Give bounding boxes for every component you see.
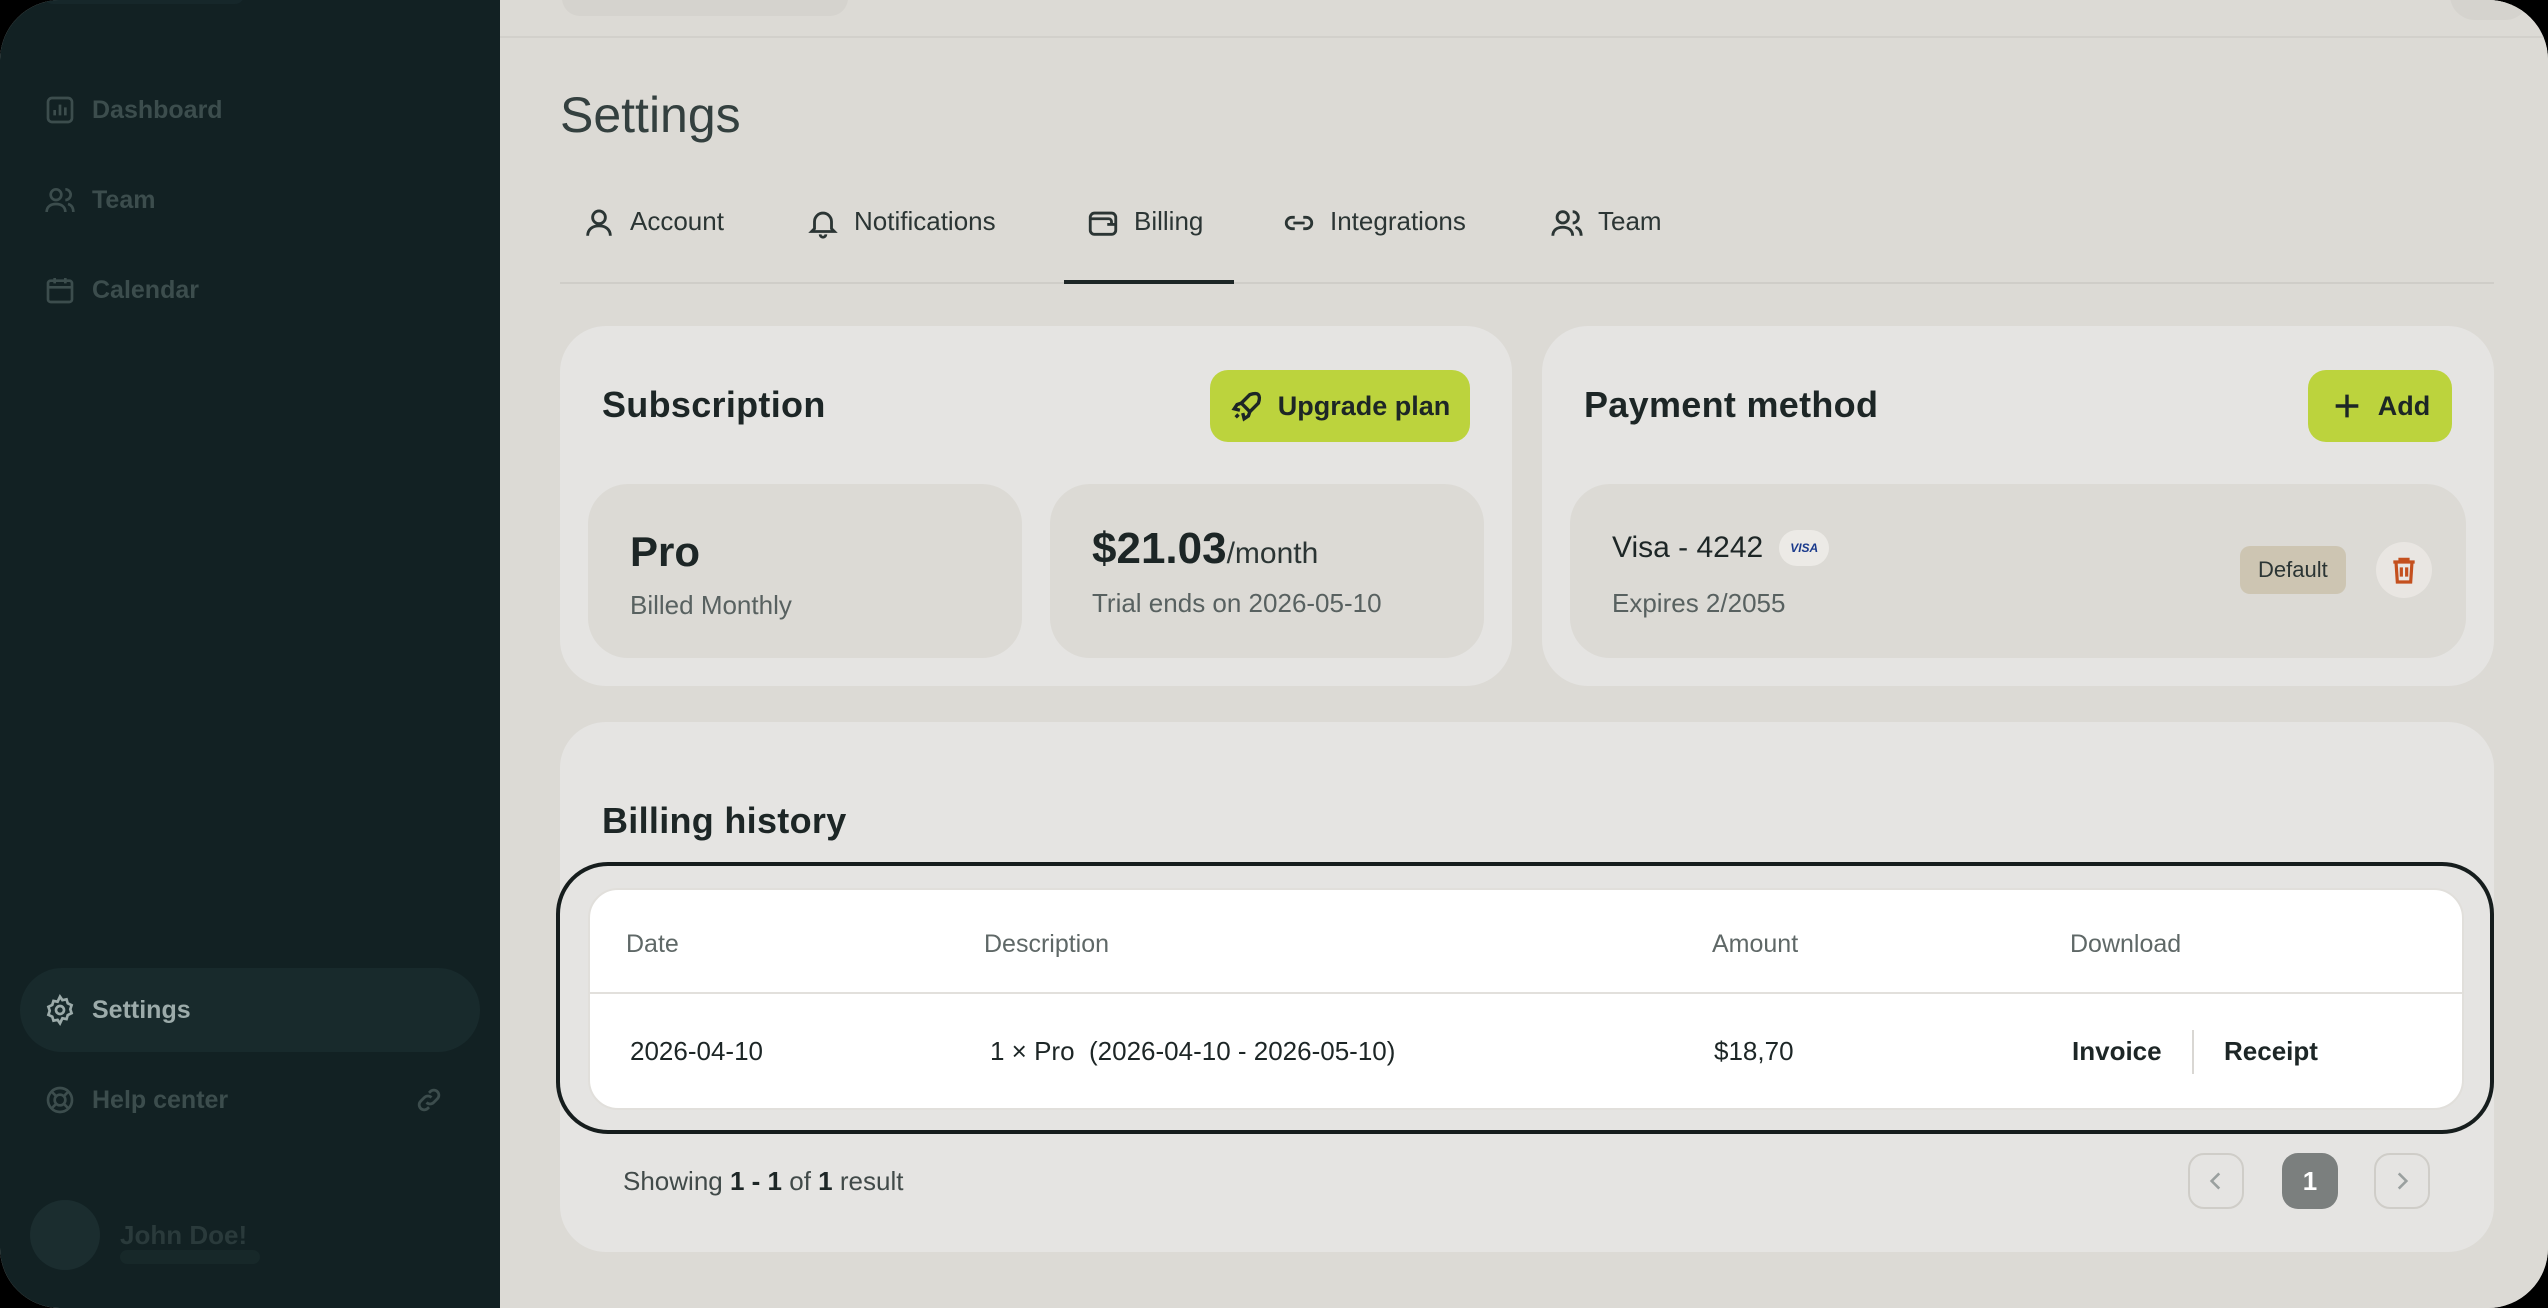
topbar-action-button[interactable] [2450, 0, 2530, 20]
card-expiry: Expires 2/2055 [1612, 588, 1786, 618]
user-subtitle-placeholder [120, 1250, 260, 1264]
calendar-icon [42, 272, 78, 308]
tab-label: Account [630, 206, 724, 236]
showing-total: 1 [818, 1166, 833, 1196]
gear-icon [42, 992, 78, 1028]
column-header-description: Description [984, 930, 1110, 958]
tab-billing[interactable]: Billing [1064, 196, 1234, 284]
card-box: Visa - 4242 VISA Expires 2/2055 Default [1570, 484, 2466, 658]
users-icon [1550, 206, 1584, 240]
price-value: $21.03 [1092, 524, 1227, 573]
subscription-card: Subscription Upgrade plan Pro Billed Mon… [560, 326, 1512, 686]
row-amount: $18,70 [1714, 1036, 1794, 1066]
bell-icon [806, 206, 840, 240]
price-amount: $21.03/month [1092, 524, 1318, 574]
visa-icon: VISA [1779, 530, 1830, 566]
plus-icon [2335, 394, 2359, 418]
sidebar-item-label: Settings [92, 995, 191, 1024]
user-profile[interactable]: John Doe! [30, 1200, 260, 1270]
column-header-date: Date [626, 930, 679, 958]
tab-team[interactable]: Team [1550, 196, 1662, 284]
upgrade-plan-button[interactable]: Upgrade plan [1210, 370, 1470, 442]
user-icon [582, 206, 616, 240]
sidebar-item-label: Team [92, 185, 156, 214]
price-period: /month [1226, 537, 1319, 570]
row-description: 1 × Pro (2026-04-10 - 2026-05-10) [990, 1036, 1396, 1066]
user-name: John Doe! [120, 1219, 248, 1250]
search-input[interactable] [562, 0, 848, 16]
showing-suffix: result [839, 1166, 904, 1196]
add-payment-button[interactable]: Add [2308, 370, 2452, 442]
add-payment-label: Add [2377, 390, 2431, 421]
sidebar-item-settings[interactable]: Settings [20, 968, 480, 1052]
tab-label: Billing [1134, 206, 1204, 236]
upgrade-plan-label: Upgrade plan [1277, 390, 1451, 421]
table-header: Date Description Amount Download [590, 890, 2462, 994]
tab-integrations[interactable]: Integrations [1282, 196, 1466, 284]
link-icon [1282, 206, 1316, 240]
sidebar-item-dashboard[interactable]: Dashboard [20, 68, 480, 152]
sidebar-item-calendar[interactable]: Calendar [20, 248, 480, 332]
delete-card-button[interactable] [2376, 542, 2432, 598]
subscription-title: Subscription [602, 384, 826, 425]
tab-notifications[interactable]: Notifications [806, 196, 996, 284]
column-header-amount: Amount [1712, 930, 1799, 958]
pagination-summary: Showing 1 - 1 of 1 result [623, 1166, 903, 1197]
receipt-link[interactable]: Receipt [2224, 1036, 2318, 1067]
chevron-right-icon [2397, 1172, 2409, 1190]
app-window: Dashboard Team Calendar Settings Help ce… [0, 0, 2548, 1308]
card-info: Visa - 4242 VISA [1612, 530, 1830, 566]
price-box: $21.03/month Trial ends on 2026-05-10 [1050, 484, 1484, 658]
billing-history-table: Date Description Amount Download 2026-04… [588, 888, 2464, 1110]
sidebar-item-label: Calendar [92, 275, 199, 304]
next-page-button[interactable] [2374, 1153, 2430, 1209]
users-icon [42, 182, 78, 218]
showing-prefix: Showing [623, 1166, 723, 1196]
payment-method-title: Payment method [1584, 384, 1879, 425]
download-separator [2192, 1030, 2194, 1074]
default-badge: Default [2240, 546, 2346, 594]
trash-icon [2393, 557, 2415, 584]
trial-end-text: Trial ends on 2026-05-10 [1092, 588, 1382, 618]
sidebar-item-help-center[interactable]: Help center [20, 1058, 480, 1142]
page-number-button[interactable]: 1 [2282, 1153, 2338, 1209]
plan-box: Pro Billed Monthly [588, 484, 1022, 658]
rocket-icon [1231, 391, 1261, 422]
invoice-link[interactable]: Invoice [2072, 1036, 2162, 1067]
sidebar-item-label: Dashboard [92, 95, 223, 124]
showing-of: of [789, 1166, 811, 1196]
sidebar-logo-fragment [44, 0, 244, 4]
plan-name: Pro [630, 528, 701, 575]
topbar-divider [500, 36, 2548, 38]
prev-page-button[interactable] [2188, 1153, 2244, 1209]
tab-label: Integrations [1330, 206, 1466, 236]
settings-tabs: Account Notifications Billing Integratio… [560, 196, 2494, 284]
plan-billing: Billed Monthly [630, 590, 792, 620]
external-link-icon[interactable] [414, 1085, 444, 1115]
chevron-left-icon [2209, 1172, 2221, 1190]
wallet-icon [1086, 206, 1120, 240]
sidebar-item-label: Help center [92, 1085, 229, 1114]
card-label: Visa - 4242 [1612, 531, 1764, 564]
avatar [30, 1200, 100, 1270]
payment-method-card: Payment method Add Visa - 4242 VISA Expi… [1542, 326, 2494, 686]
lifebuoy-icon [42, 1082, 78, 1118]
sidebar: Dashboard Team Calendar Settings Help ce… [0, 0, 500, 1308]
tab-account[interactable]: Account [582, 196, 724, 284]
tab-label: Team [1598, 206, 1662, 236]
tab-label: Notifications [854, 206, 996, 236]
showing-range: 1 - 1 [729, 1166, 782, 1196]
page-title: Settings [560, 87, 741, 143]
billing-history-title: Billing history [602, 800, 847, 841]
row-date: 2026-04-10 [630, 1036, 763, 1066]
column-header-download: Download [2070, 930, 2182, 958]
sidebar-item-team[interactable]: Team [20, 158, 480, 242]
chart-icon [42, 92, 78, 128]
